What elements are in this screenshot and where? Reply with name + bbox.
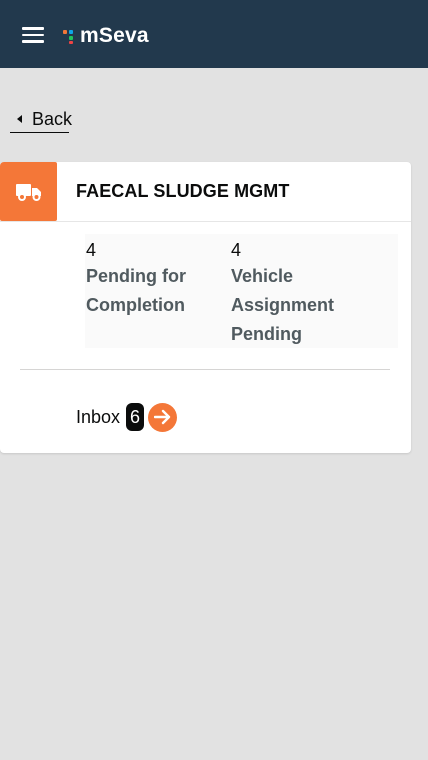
app-header: mSeva <box>0 0 428 68</box>
caret-left-icon <box>17 115 22 123</box>
truck-icon <box>0 162 57 221</box>
metric-label: Vehicle Assignment Pending <box>231 266 335 344</box>
mseva-logo: mSeva <box>62 24 149 48</box>
metric-value: 4 <box>231 240 242 260</box>
arrow-right-circle-icon[interactable] <box>148 402 178 432</box>
inbox-label: Inbox <box>76 406 121 427</box>
inbox-link[interactable]: Inbox 6 <box>76 402 178 432</box>
module-card: FAECAL SLUDGE MGMT 4 Pending for Complet… <box>0 162 411 453</box>
hamburger-menu-icon[interactable] <box>22 27 44 43</box>
inbox-count-badge: 6 <box>126 403 145 431</box>
divider <box>20 369 390 370</box>
metrics-panel: 4 Pending for Completion 4 Vehicle Assig… <box>85 234 398 348</box>
brand-name: mSeva <box>80 24 149 47</box>
divider <box>0 221 411 222</box>
metric-vehicle-assignment[interactable]: 4 Vehicle Assignment Pending <box>231 238 381 349</box>
metric-pending-completion[interactable]: 4 Pending for Completion <box>86 238 226 320</box>
metric-value: 4 <box>86 240 97 260</box>
back-label: Back <box>32 108 73 129</box>
back-button[interactable]: Back <box>10 106 73 133</box>
card-title: FAECAL SLUDGE MGMT <box>76 181 290 201</box>
metric-label: Pending for Completion <box>86 266 186 315</box>
mseva-logo-mark-icon <box>62 28 78 44</box>
